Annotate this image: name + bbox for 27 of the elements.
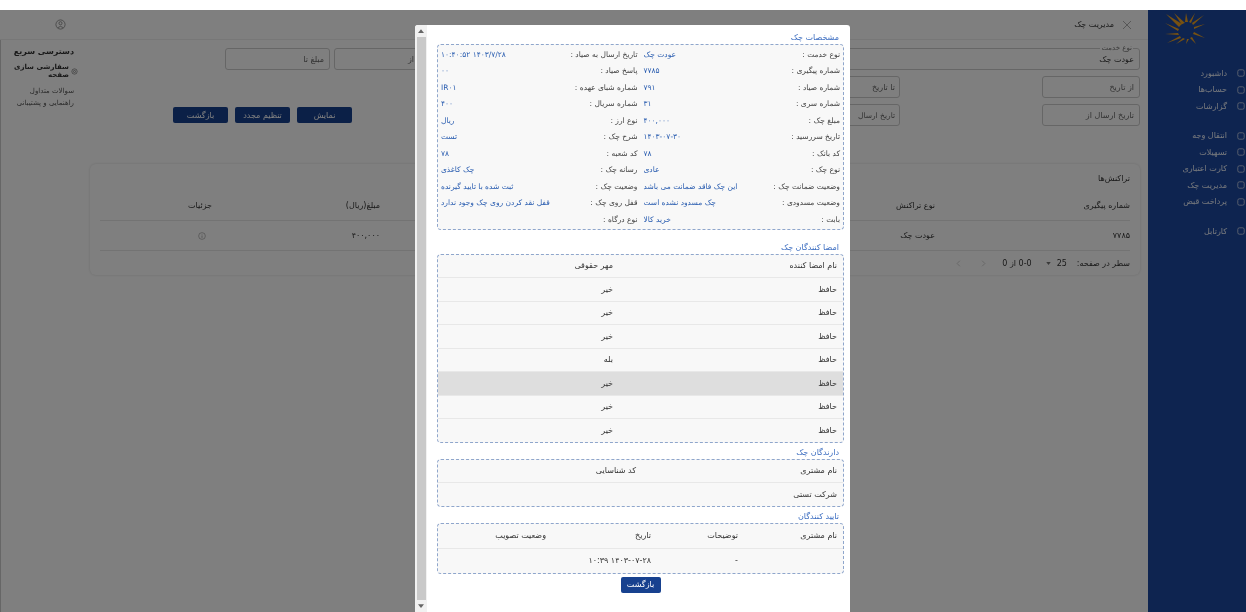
table-cell: عودت چک	[900, 231, 935, 240]
table-cell: ۱۴۰۳-۰۷-۲۸ ۱۰:۳۹	[588, 556, 651, 565]
quick-access-title: دسترسی سریع	[13, 47, 74, 56]
section-title: امضا کنندگان چک	[780, 243, 839, 252]
table-cell: ۷۷۸۵	[1112, 231, 1130, 240]
column-header: تاریخ	[635, 531, 651, 540]
column-header: مهر حقوقی	[574, 261, 613, 271]
section-title: مشخصات چک	[790, 32, 839, 42]
card-title: تراکنش‌ها	[1098, 174, 1130, 183]
column-header: نام امضا کننده	[789, 261, 837, 271]
column-header: جزئیات	[188, 201, 212, 210]
column-header: نوع تراکنش	[896, 201, 935, 210]
page-title: مدیریت چک	[1074, 20, 1114, 29]
column-header: شماره پیگیری	[1083, 201, 1130, 210]
column-header: کد شناسایی	[595, 466, 636, 476]
page-range: 0-0 از 0	[1002, 259, 1032, 268]
column-header: وضعیت تصویب	[495, 531, 546, 540]
table-cell: ۴۰۰,۰۰۰	[351, 231, 380, 240]
table-cell: -	[735, 556, 738, 565]
column-header: توضیحات	[707, 531, 738, 540]
section-title: تایید کنندگان	[798, 512, 839, 521]
section-title: دارندگان چک	[796, 448, 839, 457]
rows-per-page-label: سطر در صفحه:	[1076, 259, 1130, 268]
column-header: نام مشتری	[800, 531, 837, 540]
table-cell: شرکت تستی	[793, 489, 837, 499]
column-header: نام مشتری	[800, 466, 837, 476]
column-header: مبلغ(ریال)	[345, 201, 380, 210]
